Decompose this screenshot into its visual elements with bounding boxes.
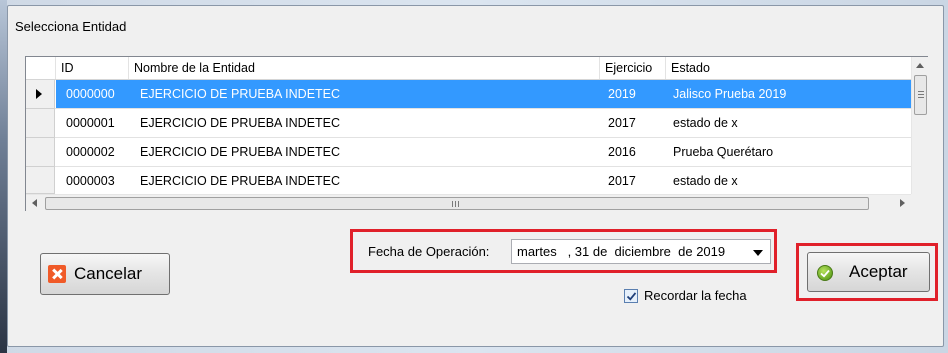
cell-estado[interactable]: Jalisco Prueba 2019	[673, 80, 911, 109]
cell-id[interactable]: 0000003	[66, 167, 129, 194]
grip-line	[918, 94, 924, 95]
row-header[interactable]	[26, 109, 55, 138]
cell-id[interactable]: 0000002	[66, 138, 129, 167]
cell-name[interactable]: EJERCICIO DE PRUEBA INDETEC	[140, 167, 600, 194]
grip-line	[458, 201, 459, 207]
column-header-ejercicio[interactable]: Ejercicio	[600, 57, 666, 79]
vertical-scrollbar[interactable]	[911, 57, 928, 194]
table-row[interactable]: 0000001 EJERCICIO DE PRUEBA INDETEC 2017…	[26, 109, 911, 138]
scrollbar-corner	[911, 194, 928, 211]
cell-ejercicio[interactable]: 2017	[608, 109, 666, 138]
grip-line	[918, 97, 924, 98]
desktop-edge	[0, 0, 7, 353]
remember-date-label: Recordar la fecha	[644, 288, 747, 303]
row-header[interactable]	[26, 167, 55, 194]
cell-ejercicio[interactable]: 2019	[608, 80, 666, 109]
cancel-button[interactable]: Cancelar	[40, 253, 170, 295]
grid-header: ID Nombre de la Entidad Ejercicio Estado	[26, 57, 911, 80]
row-header[interactable]	[26, 138, 55, 167]
dialog-title: Selecciona Entidad	[15, 19, 127, 34]
cell-id[interactable]: 0000001	[66, 109, 129, 138]
cell-name[interactable]: EJERCICIO DE PRUEBA INDETEC	[140, 138, 600, 167]
entity-grid[interactable]: ID Nombre de la Entidad Ejercicio Estado…	[25, 56, 928, 211]
column-header-id[interactable]: ID	[56, 57, 129, 79]
chevron-down-icon[interactable]	[753, 250, 763, 256]
grip-line	[918, 91, 924, 92]
cell-ejercicio[interactable]: 2017	[608, 167, 666, 194]
cell-estado[interactable]: estado de x	[673, 109, 911, 138]
cell-name[interactable]: EJERCICIO DE PRUEBA INDETEC	[140, 109, 600, 138]
table-row[interactable]: 0000002 EJERCICIO DE PRUEBA INDETEC 2016…	[26, 138, 911, 167]
cancel-button-label: Cancelar	[74, 264, 143, 283]
accept-highlight-box: Aceptar	[796, 243, 938, 301]
accept-button-label: Aceptar	[849, 262, 908, 281]
grip-line	[452, 201, 453, 207]
cell-id[interactable]: 0000000	[66, 80, 129, 109]
row-pointer-icon	[36, 89, 42, 99]
column-header-name[interactable]: Nombre de la Entidad	[129, 57, 600, 79]
column-header-estado[interactable]: Estado	[666, 57, 911, 79]
accept-button[interactable]: Aceptar	[807, 252, 930, 292]
header-corner	[26, 57, 56, 79]
scroll-up-icon[interactable]	[916, 63, 924, 68]
horizontal-scrollbar[interactable]	[26, 194, 911, 211]
date-value[interactable]: martes , 31 de diciembre de 2019	[517, 240, 725, 263]
scroll-right-icon[interactable]	[900, 199, 905, 207]
date-picker[interactable]: martes , 31 de diciembre de 2019	[511, 239, 771, 264]
table-row[interactable]: 0000000 EJERCICIO DE PRUEBA INDETEC 2019…	[26, 80, 911, 109]
checkmark-icon	[626, 292, 637, 301]
horizontal-scroll-thumb[interactable]	[45, 197, 869, 210]
scroll-left-icon[interactable]	[32, 199, 37, 207]
cell-name[interactable]: EJERCICIO DE PRUEBA INDETEC	[140, 80, 600, 109]
row-header[interactable]	[26, 80, 55, 109]
table-row[interactable]: 0000003 EJERCICIO DE PRUEBA INDETEC 2017…	[26, 167, 911, 194]
check-circle-icon	[817, 265, 833, 281]
cell-estado[interactable]: Prueba Querétaro	[673, 138, 911, 167]
date-highlight-box: Fecha de Operación: martes , 31 de dicie…	[350, 229, 777, 273]
close-x-icon	[48, 265, 66, 283]
cell-estado[interactable]: estado de x	[673, 167, 911, 194]
cell-ejercicio[interactable]: 2016	[608, 138, 666, 167]
date-label: Fecha de Operación:	[368, 244, 490, 259]
dialog-window: Selecciona Entidad ID Nombre de la Entid…	[7, 5, 944, 347]
remember-date-checkbox[interactable]	[624, 289, 638, 303]
grip-line	[455, 201, 456, 207]
vertical-scroll-thumb[interactable]	[914, 75, 927, 115]
